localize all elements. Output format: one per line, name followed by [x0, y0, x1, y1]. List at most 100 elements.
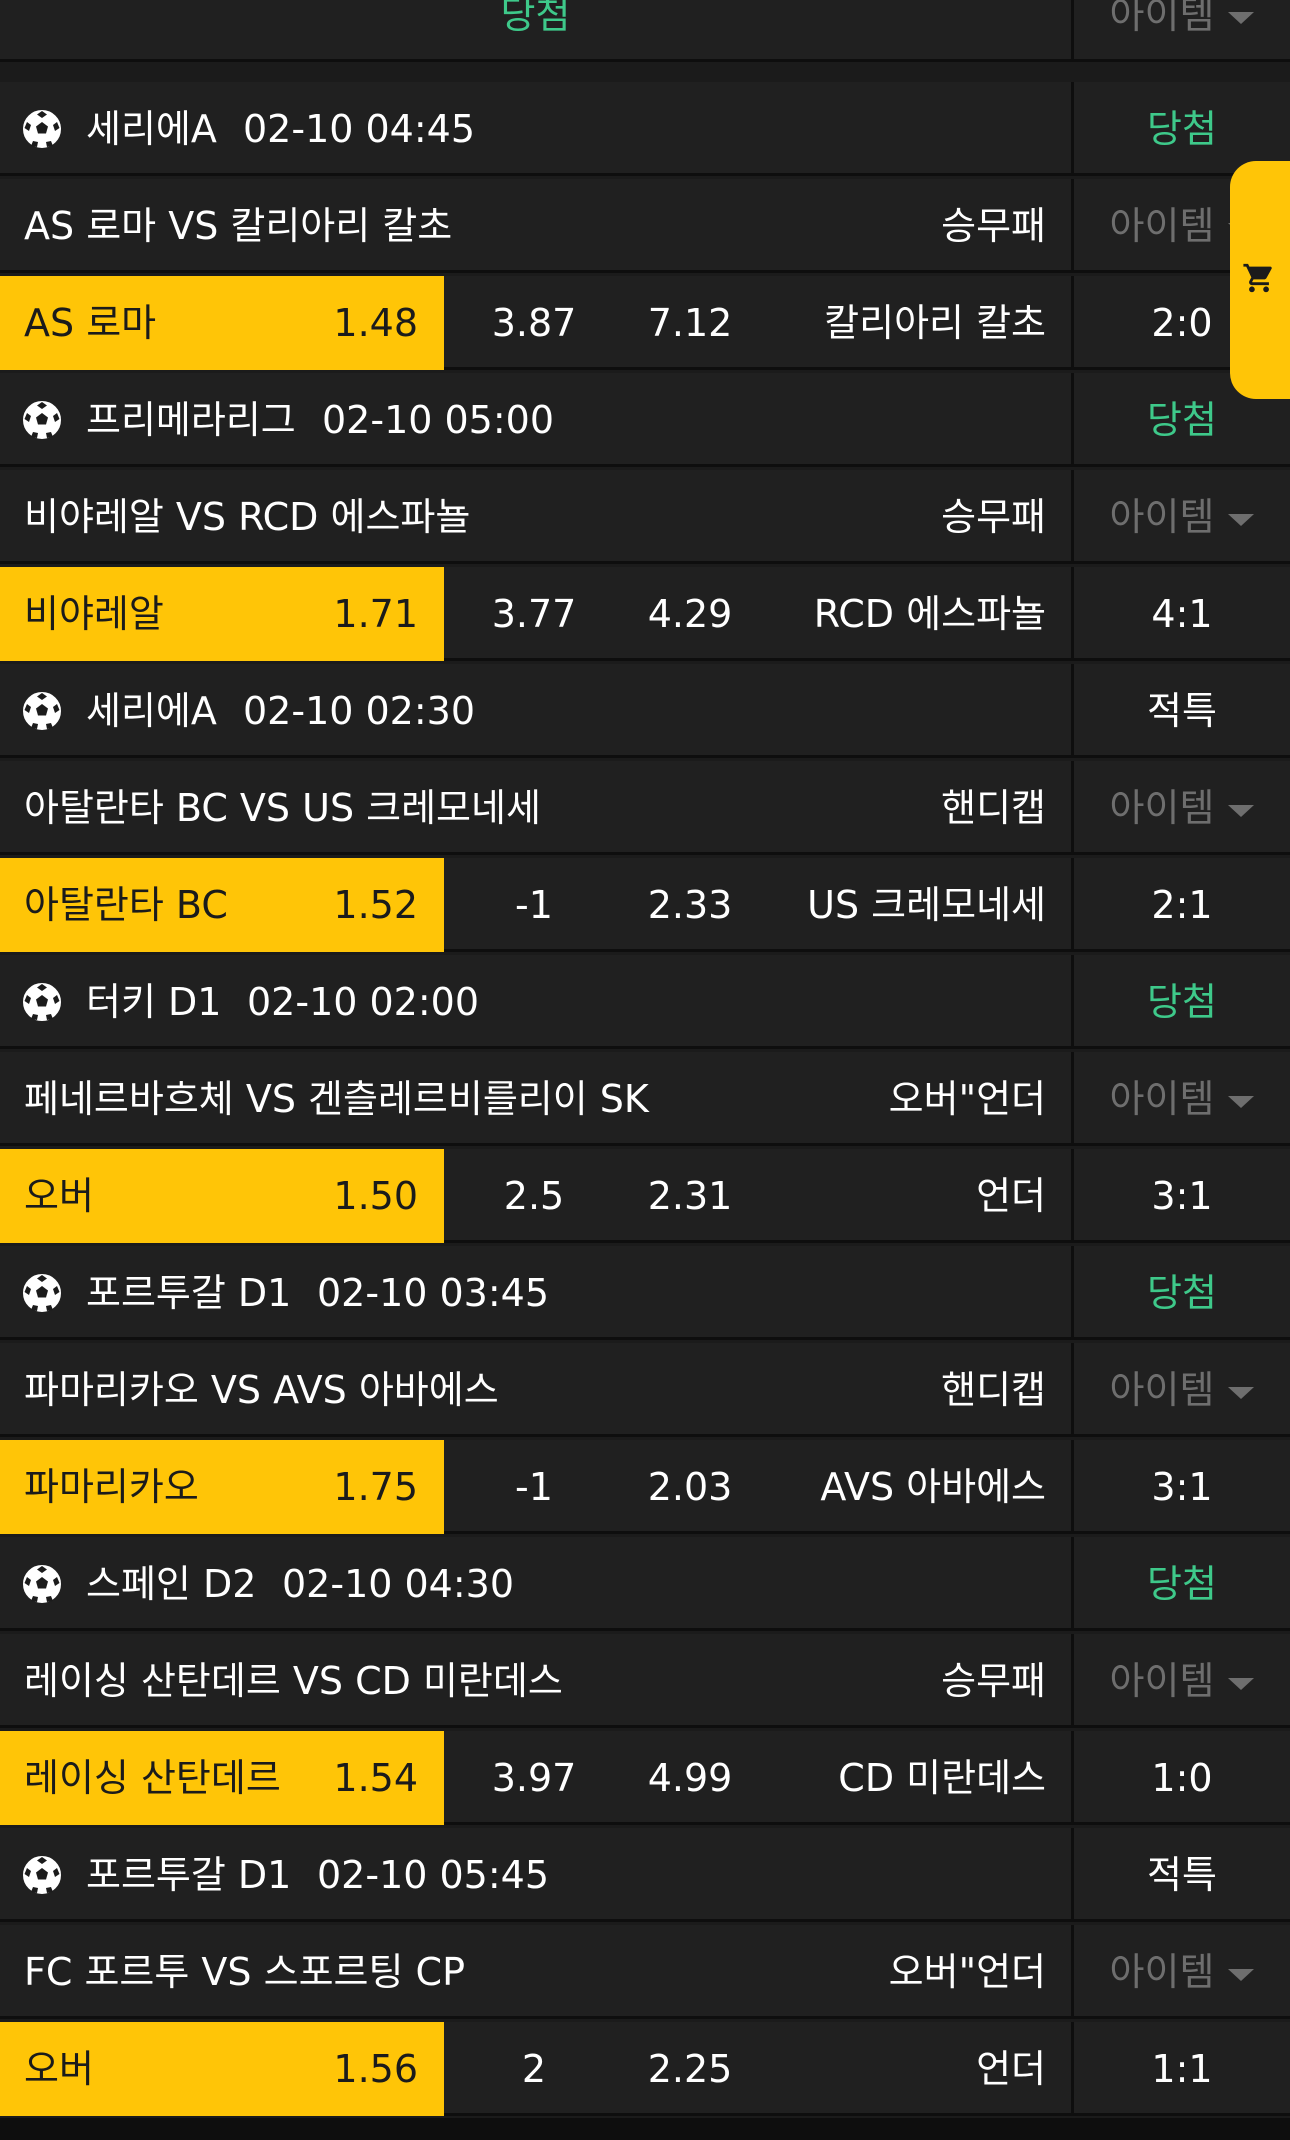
- header-row: 당첨 아이템: [0, 0, 1290, 62]
- home-team: 오버: [24, 2047, 94, 2091]
- middle-value: -1: [515, 883, 553, 927]
- league-name: 세리에A: [86, 107, 217, 151]
- item-dropdown[interactable]: 아이템: [1074, 1925, 1290, 2019]
- final-score: 2:1: [1151, 883, 1213, 927]
- item-dropdown[interactable]: 아이템: [1074, 1634, 1290, 1728]
- middle-value: -1: [515, 1465, 553, 1509]
- match-time: 02-10 04:45: [243, 107, 476, 151]
- match-title: 비야레알 VS RCD 에스파뇰: [24, 495, 471, 539]
- match-title-row: AS 로마 VS 칼리아리 칼초 승무패 아이템: [0, 179, 1290, 273]
- middle-value: 2.5: [503, 1174, 565, 1218]
- league-row: 스페인 D2 02-10 04:30 당첨: [0, 1537, 1290, 1631]
- item-label: 아이템: [1109, 1950, 1215, 1994]
- chevron-down-icon: [1228, 11, 1255, 24]
- home-selection[interactable]: 레이싱 산탄데르 1.54: [0, 1731, 444, 1825]
- final-score: 1:0: [1151, 1756, 1213, 1800]
- away-team: CD 미란데스: [838, 1756, 1046, 1800]
- item-dropdown[interactable]: 아이템: [1074, 1343, 1290, 1437]
- home-team: 비야레알: [24, 592, 164, 636]
- match-title-row: 레이싱 산탄데르 VS CD 미란데스 승무패 아이템: [0, 1634, 1290, 1728]
- middle-value: 3.97: [491, 1756, 577, 1800]
- cart-icon: [1243, 263, 1272, 293]
- home-team: AS 로마: [24, 301, 157, 345]
- league-name: 포르투갈 D1: [86, 1271, 292, 1315]
- middle-value: 3.77: [491, 592, 577, 636]
- final-score: 3:1: [1151, 1465, 1213, 1509]
- league-row: 터키 D1 02-10 02:00 당첨: [0, 955, 1290, 1049]
- match-title: 레이싱 산탄데르 VS CD 미란데스: [24, 1659, 563, 1703]
- chevron-down-icon: [1228, 1968, 1255, 1981]
- home-team: 레이싱 산탄데르: [24, 1756, 281, 1800]
- home-selection[interactable]: 오버 1.56: [0, 2022, 444, 2116]
- home-odd: 1.48: [333, 301, 418, 345]
- home-odd: 1.75: [333, 1465, 418, 1509]
- away-team: RCD 에스파뇰: [813, 592, 1046, 636]
- soccer-ball-icon: [22, 1564, 62, 1604]
- bet-type: 핸디캡: [941, 1368, 1046, 1412]
- away-team: US 크레모네세: [807, 883, 1046, 927]
- soccer-ball-icon: [22, 1273, 62, 1313]
- league-row: 포르투갈 D1 02-10 05:45 적특: [0, 1828, 1290, 1922]
- item-label: 아이템: [1109, 1659, 1215, 1703]
- item-label: 아이템: [1109, 204, 1215, 248]
- away-team: AVS 아바에스: [820, 1465, 1046, 1509]
- result-status: 당첨: [1147, 1271, 1217, 1315]
- item-label: 아이템: [1109, 1368, 1215, 1412]
- chevron-down-icon: [1228, 513, 1255, 526]
- final-score: 1:1: [1151, 2047, 1213, 2091]
- away-odd: 2.25: [647, 2047, 733, 2091]
- match-time: 02-10 04:30: [282, 1562, 515, 1606]
- chevron-down-icon: [1228, 1095, 1255, 1108]
- soccer-ball-icon: [22, 109, 62, 149]
- item-dropdown[interactable]: 아이템: [1074, 470, 1290, 564]
- match-time: 02-10 05:00: [322, 398, 555, 442]
- soccer-ball-icon: [22, 1855, 62, 1895]
- home-selection[interactable]: AS 로마 1.48: [0, 276, 444, 370]
- result-status: 적특: [1147, 689, 1217, 733]
- home-team: 아탈란타 BC: [24, 883, 228, 927]
- odds-row: 오버 1.50 2.5 2.31 언더 3:1: [0, 1149, 1290, 1243]
- chevron-down-icon: [1228, 1677, 1255, 1690]
- result-status: 당첨: [1147, 980, 1217, 1024]
- cart-button[interactable]: [1230, 161, 1290, 399]
- bet-type: 승무패: [941, 495, 1046, 539]
- home-selection[interactable]: 오버 1.50: [0, 1149, 444, 1243]
- bet-type: 승무패: [941, 204, 1046, 248]
- odds-row: 오버 1.56 2 2.25 언더 1:1: [0, 2022, 1290, 2116]
- soccer-ball-icon: [22, 982, 62, 1022]
- league-row: 포르투갈 D1 02-10 03:45 당첨: [0, 1246, 1290, 1340]
- match-title-row: 아탈란타 BC VS US 크레모네세 핸디캡 아이템: [0, 761, 1290, 855]
- item-dropdown[interactable]: 아이템: [1074, 761, 1290, 855]
- league-name: 터키 D1: [86, 980, 222, 1024]
- bet-type: 오버"언더: [888, 1950, 1046, 1994]
- home-odd: 1.56: [333, 2047, 418, 2091]
- match-time: 02-10 05:45: [317, 1853, 550, 1897]
- away-odd: 2.03: [647, 1465, 733, 1509]
- final-score: 4:1: [1151, 592, 1213, 636]
- bet-type: 핸디캡: [941, 786, 1046, 830]
- chevron-down-icon: [1228, 804, 1255, 817]
- item-dropdown[interactable]: 아이템: [1074, 1052, 1290, 1146]
- match-title-row: 파마리카오 VS AVS 아바에스 핸디캡 아이템: [0, 1343, 1290, 1437]
- middle-value: 3.87: [491, 301, 577, 345]
- match-title: 아탈란타 BC VS US 크레모네세: [24, 786, 541, 830]
- final-score: 3:1: [1151, 1174, 1213, 1218]
- home-odd: 1.54: [333, 1756, 418, 1800]
- match-title: AS 로마 VS 칼리아리 칼초: [24, 204, 453, 248]
- home-selection[interactable]: 비야레알 1.71: [0, 567, 444, 661]
- result-status: 당첨: [1147, 1562, 1217, 1606]
- item-label: 아이템: [1109, 786, 1215, 830]
- home-odd: 1.71: [333, 592, 418, 636]
- home-odd: 1.50: [333, 1174, 418, 1218]
- away-odd: 2.33: [647, 883, 733, 927]
- result-status: 적특: [1147, 1853, 1217, 1897]
- soccer-ball-icon: [22, 400, 62, 440]
- bottom-bar: [0, 2118, 1290, 2140]
- home-selection[interactable]: 아탈란타 BC 1.52: [0, 858, 444, 952]
- item-label: 아이템: [1109, 495, 1215, 539]
- match-title-row: 페네르바흐체 VS 겐츨레르비를리이 SK 오버"언더 아이템: [0, 1052, 1290, 1146]
- home-selection[interactable]: 파마리카오 1.75: [0, 1440, 444, 1534]
- header-item-dropdown[interactable]: 아이템: [1074, 0, 1290, 62]
- away-odd: 2.31: [647, 1174, 733, 1218]
- away-odd: 7.12: [647, 301, 733, 345]
